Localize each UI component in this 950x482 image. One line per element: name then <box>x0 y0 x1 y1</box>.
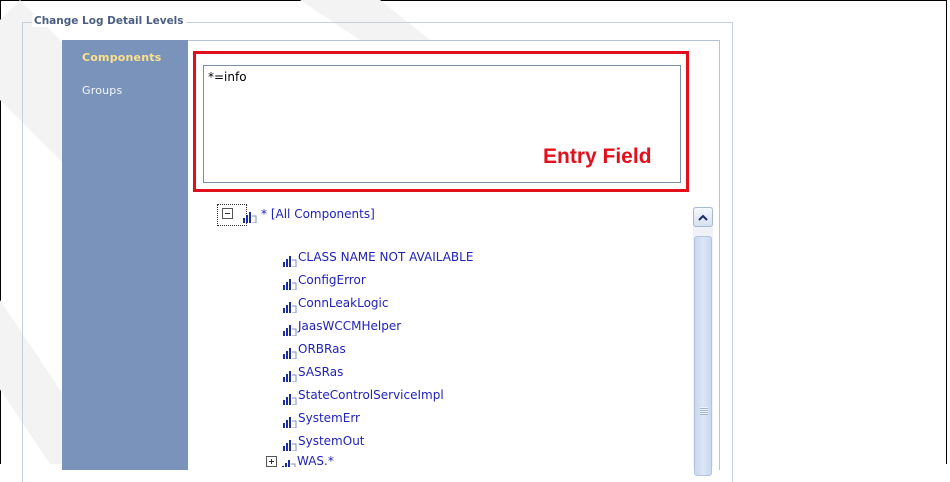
log-level-icon <box>283 298 297 313</box>
tree-item-label[interactable]: ORBRas <box>298 342 346 356</box>
log-level-icon <box>282 456 296 467</box>
tree-item[interactable]: CLASS NAME NOT AVAILABLE <box>283 246 473 268</box>
nav-item-groups[interactable]: Groups <box>82 84 122 97</box>
tree-item[interactable]: ConfigError <box>283 269 366 291</box>
entry-field-callout-label: Entry Field <box>543 145 652 168</box>
tree-item[interactable]: SystemErr <box>283 407 360 429</box>
log-level-icon <box>283 275 297 290</box>
tree-item[interactable]: ConnLeakLogic <box>283 292 388 314</box>
tree-item-label[interactable]: SystemErr <box>298 411 360 425</box>
scroll-thumb[interactable] <box>694 236 712 476</box>
tree-item-label[interactable]: ConfigError <box>298 273 366 287</box>
left-nav: Components Groups <box>62 40 188 470</box>
tree-item[interactable]: SASRas <box>283 361 343 383</box>
tree-root-label[interactable]: * [All Components] <box>261 207 375 221</box>
tree-item[interactable]: StateControlServiceImpl <box>283 384 444 406</box>
tree-item[interactable]: JaasWCCMHelper <box>283 315 401 337</box>
tree-item-label[interactable]: WAS.* <box>297 454 334 467</box>
scroll-grip <box>700 407 708 415</box>
log-level-icon <box>283 367 297 382</box>
nav-item-components[interactable]: Components <box>82 51 161 64</box>
tree-item-label[interactable]: CLASS NAME NOT AVAILABLE <box>298 250 473 264</box>
plus-box-icon[interactable] <box>266 456 277 467</box>
log-level-icon <box>243 208 257 224</box>
tree-item-collapsed[interactable]: WAS.* <box>266 453 334 467</box>
panel-title: Change Log Detail Levels <box>32 15 186 27</box>
log-level-icon <box>283 390 297 405</box>
tree-item-label[interactable]: SASRas <box>298 365 343 379</box>
log-level-icon <box>283 321 297 336</box>
tree-item-label[interactable]: SystemOut <box>298 434 365 448</box>
tree-scrollbar[interactable] <box>693 207 713 476</box>
tree-item-label[interactable]: StateControlServiceImpl <box>298 388 444 402</box>
tree-item[interactable]: SystemOut <box>283 430 365 452</box>
component-tree: * [All Components] CLASS NAME NOT AVAILA… <box>215 200 685 470</box>
scroll-up-button[interactable] <box>693 207 713 227</box>
tree-item-label[interactable]: ConnLeakLogic <box>298 296 388 310</box>
log-level-icon <box>283 436 297 451</box>
tree-item[interactable]: ORBRas <box>283 338 346 360</box>
entry-field-callout <box>193 51 689 192</box>
tree-item-label[interactable]: JaasWCCMHelper <box>298 319 401 333</box>
log-level-icon <box>283 252 297 267</box>
tree-root[interactable]: * [All Components] <box>215 200 375 227</box>
log-level-icon <box>283 344 297 359</box>
log-level-icon <box>283 413 297 428</box>
minus-box-icon[interactable] <box>222 208 233 219</box>
chevron-up-icon <box>698 214 708 221</box>
